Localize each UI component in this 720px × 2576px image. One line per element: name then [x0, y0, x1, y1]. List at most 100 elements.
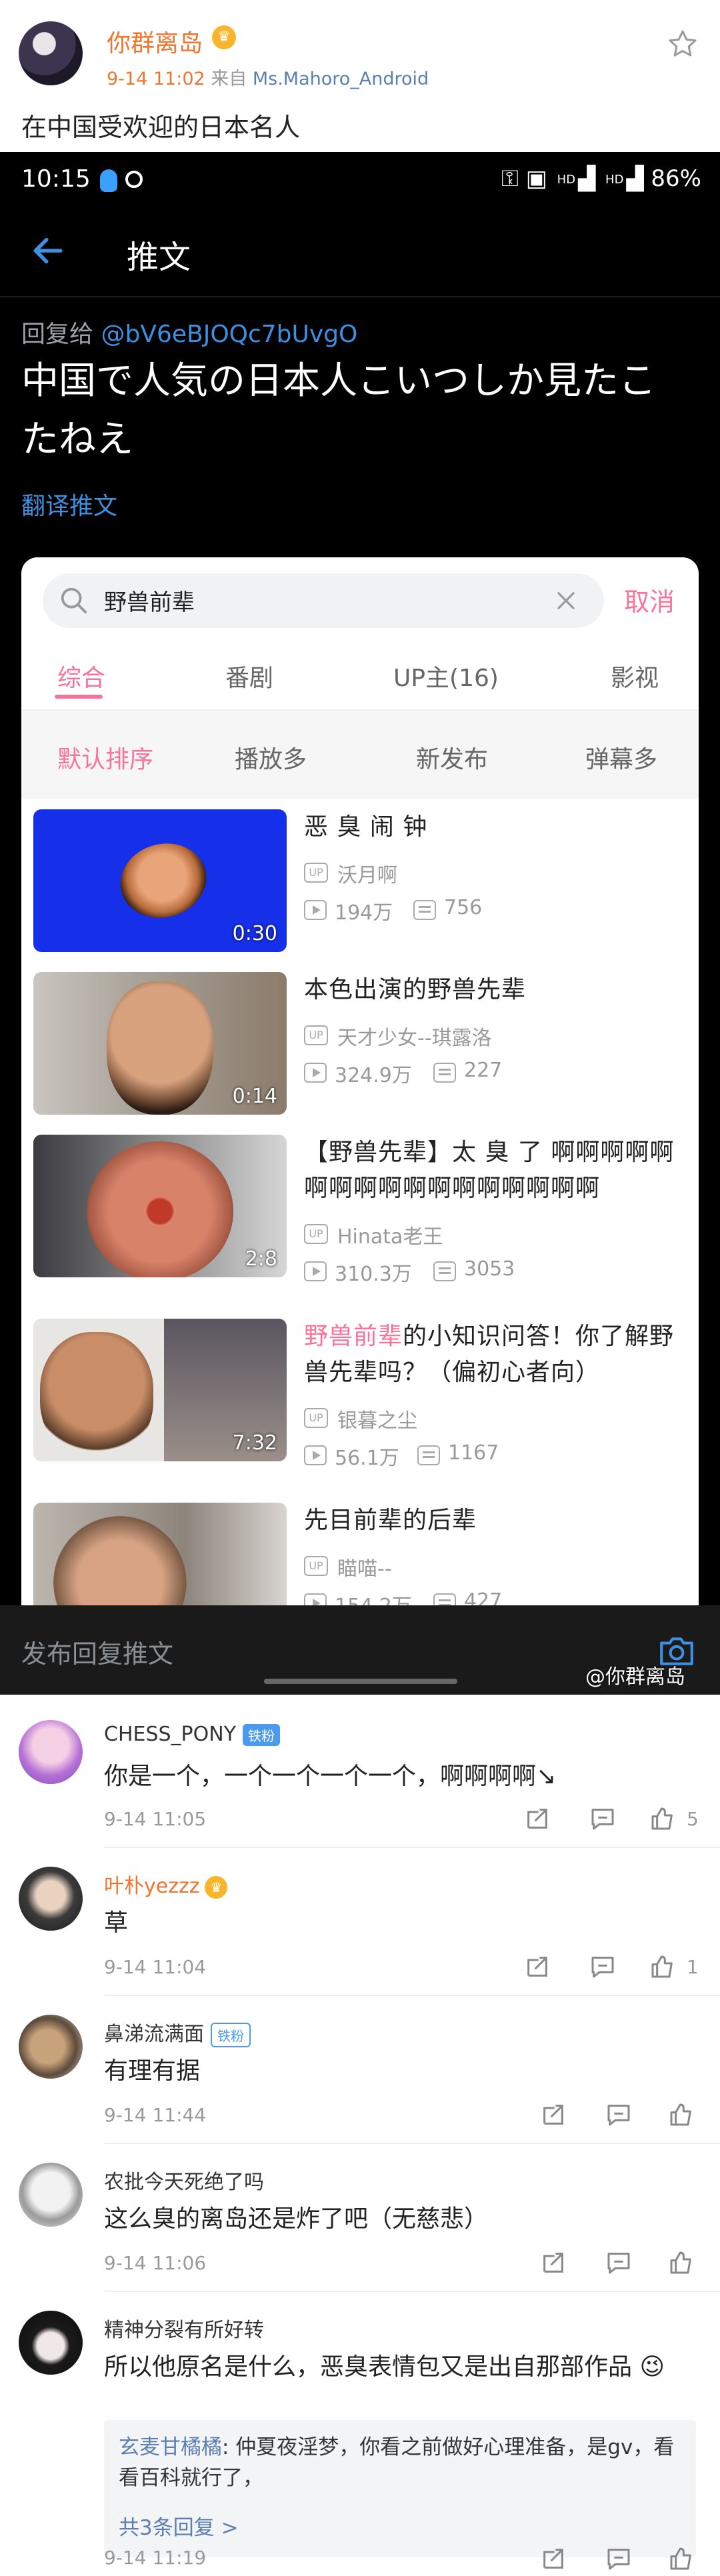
comment-text: 你是一个，一个一个一个一个，啊啊啊啊↘ [104, 1763, 557, 1790]
star-icon[interactable] [667, 28, 699, 60]
embedded-screenshot[interactable]: 10:15 ⚿ ▣ HD ▟ HD ▟ 86% 推文 回复给 @bV6eBJOQc7… [0, 152, 720, 1695]
comment-divider [104, 1847, 720, 1848]
comment: 精神分裂有所好转 所以他原名是什么，恶臭表情包又是出自那部作品 😉 玄麦甘橘橘:… [0, 2311, 720, 2576]
video-thumbnail[interactable]: 0:30 [33, 809, 287, 952]
video-thumbnail[interactable]: 7:32 [33, 1319, 287, 1461]
play-count: 194万 [335, 901, 393, 925]
video-result[interactable]: 0:30 恶 臭 闹 钟 UP 沃月啊 194万 756 [21, 809, 699, 972]
like-icon[interactable] [668, 2545, 695, 2572]
commenter-name[interactable]: 农批今天死绝了吗 [104, 2165, 264, 2195]
share-icon[interactable] [540, 2545, 567, 2572]
video-thumbnail[interactable]: 0:14 [33, 972, 287, 1115]
network-hd-1: HD [557, 173, 576, 187]
play-count: 324.9万 [335, 1064, 412, 1087]
commenter-avatar[interactable] [19, 2015, 83, 2079]
video-uploader[interactable]: Hinata老王 [337, 1220, 443, 1249]
comment-icon[interactable] [605, 2101, 632, 2128]
video-uploader[interactable]: 瞄喵-- [337, 1552, 392, 1581]
tab-anime[interactable]: 番剧 [225, 659, 273, 693]
video-title[interactable]: 先目前辈的后辈 [304, 1503, 684, 1539]
sort-most-danmaku[interactable]: 弹幕多 [585, 740, 657, 775]
video-result[interactable]: 7:32 野兽前辈的小知识问答！你了解野兽先辈吗？（偏初心者向） UP 银暮之尘… [21, 1319, 699, 1500]
up-icon: UP [304, 1556, 328, 1576]
commenter-avatar[interactable] [19, 1867, 83, 1931]
share-icon[interactable] [524, 1805, 551, 1832]
commenter-name[interactable]: 精神分裂有所好转 [104, 2313, 264, 2343]
like-icon[interactable] [668, 2101, 695, 2128]
commenter-name-text: CHESS_PONY [104, 1723, 237, 1746]
commenter-name[interactable]: 鼻涕流满面 铁粉 [104, 2017, 251, 2047]
reply-preview[interactable]: 玄麦甘橘橘: 仲夏夜淫梦，你看之前做好心理准备，是gv，看看百科就行了， 共3条… [104, 2420, 696, 2557]
video-uploader[interactable]: 天才少女--琪露洛 [337, 1021, 492, 1051]
sort-default[interactable]: 默认排序 [57, 740, 153, 775]
video-title[interactable]: 恶 臭 闹 钟 [304, 809, 684, 845]
comment-text-body: 所以他原名是什么，恶臭表情包又是出自那部作品 [104, 2353, 633, 2381]
share-icon[interactable] [540, 2101, 567, 2128]
face-image [111, 834, 215, 927]
like-icon[interactable] [649, 1953, 676, 1980]
poster-name[interactable]: 你群离岛 [107, 24, 203, 59]
video-title[interactable]: 【野兽先辈】太 臭 了 啊啊啊啊啊啊啊啊啊啊啊啊啊啊啊啊啊 [304, 1135, 684, 1207]
video-title[interactable]: 本色出演的野兽先辈 [304, 972, 684, 1008]
share-icon[interactable] [540, 2249, 567, 2276]
post-source[interactable]: Ms.Mahoro_Android [253, 69, 429, 89]
like-count: 1 [687, 1956, 699, 1978]
comment-icon[interactable] [605, 2249, 632, 2276]
qq-icon [100, 169, 117, 192]
play-count: 56.1万 [335, 1447, 399, 1470]
compose-input[interactable]: 发布回复推文 [21, 1633, 173, 1670]
up-icon: UP [304, 1224, 328, 1244]
reply-author[interactable]: 玄麦甘橘橘 [119, 2435, 222, 2459]
video-uploader[interactable]: 沃月啊 [337, 859, 397, 888]
play-count-icon [304, 1063, 327, 1083]
comment-icon[interactable] [589, 1953, 616, 1980]
view-replies-link[interactable]: 共3条回复 > [119, 2511, 239, 2541]
tab-underline [55, 695, 103, 699]
commenter-avatar[interactable] [19, 2311, 83, 2375]
like-icon[interactable] [649, 1805, 676, 1832]
title-highlight: 野兽前辈 [304, 1323, 403, 1350]
poster-avatar[interactable] [19, 21, 83, 85]
video-result[interactable]: 0:14 本色出演的野兽先辈 UP 天才少女--琪露洛 324.9万 227 [21, 972, 699, 1135]
sort-most-played[interactable]: 播放多 [235, 740, 307, 775]
share-icon[interactable] [524, 1953, 551, 1980]
home-indicator [264, 1679, 457, 1684]
status-time: 10:15 [21, 165, 91, 193]
video-title[interactable]: 野兽前辈的小知识问答！你了解野兽先辈吗？（偏初心者向） [304, 1319, 684, 1391]
comment: 叶朴yezzz ♛ 草 9-14 11:04 1 [0, 1867, 720, 1987]
reply-prefix: 回复给 [21, 321, 94, 348]
cancel-button[interactable]: 取消 [624, 581, 675, 618]
sort-newest[interactable]: 新发布 [416, 740, 488, 775]
reply-handle[interactable]: @bV6eBJOQc7bUvgO [101, 321, 357, 348]
commenter-name[interactable]: CHESS_PONY 铁粉 [104, 1723, 281, 1746]
weibo-watermark: @你群离岛 [585, 1665, 685, 1689]
comment-icon[interactable] [605, 2545, 632, 2572]
tab-uploaders[interactable]: UP主(16) [393, 659, 499, 693]
video-thumbnail[interactable]: 2:8 [33, 1135, 287, 1277]
commenter-name-text: 叶朴yezzz [104, 1875, 200, 1898]
commenter-avatar[interactable] [19, 2163, 83, 2227]
comment-text: 这么臭的离岛还是炸了吧（无慈悲） [104, 2205, 489, 2233]
comment: 鼻涕流满面 铁粉 有理有据 9-14 11:44 [0, 2015, 720, 2135]
search-bar[interactable]: 野兽前辈 [43, 573, 604, 628]
close-icon[interactable] [553, 588, 579, 613]
translate-link[interactable]: 翻译推文 [21, 487, 117, 521]
comment: CHESS_PONY 铁粉 你是一个，一个一个一个一个，啊啊啊啊↘ 9-14 11… [0, 1720, 720, 1840]
commenter-name-text: 鼻涕流满面 [104, 2023, 204, 2046]
danmaku-icon [433, 1261, 456, 1281]
search-input[interactable]: 野兽前辈 [104, 584, 195, 617]
vip-crown-icon: ♛ [212, 25, 236, 49]
video-result[interactable]: 2:8 【野兽先辈】太 臭 了 啊啊啊啊啊啊啊啊啊啊啊啊啊啊啊啊啊 UP Hin… [21, 1135, 699, 1316]
tab-movies[interactable]: 影视 [611, 659, 659, 693]
commenter-avatar[interactable] [19, 1720, 83, 1784]
back-arrow-icon[interactable] [29, 232, 67, 269]
comment-time: 9-14 11:19 [104, 2547, 207, 2569]
comment-text: 有理有据 [104, 2057, 201, 2085]
danmaku-icon [433, 1063, 456, 1083]
tab-all[interactable]: 综合 [57, 659, 105, 693]
video-uploader[interactable]: 银暮之尘 [337, 1404, 417, 1433]
tweet-text: 中国で人気の日本人こいつしか見たこたねえ [21, 359, 656, 461]
like-icon[interactable] [668, 2249, 695, 2276]
commenter-name[interactable]: 叶朴yezzz ♛ [104, 1869, 228, 1899]
comment-icon[interactable] [589, 1805, 616, 1832]
